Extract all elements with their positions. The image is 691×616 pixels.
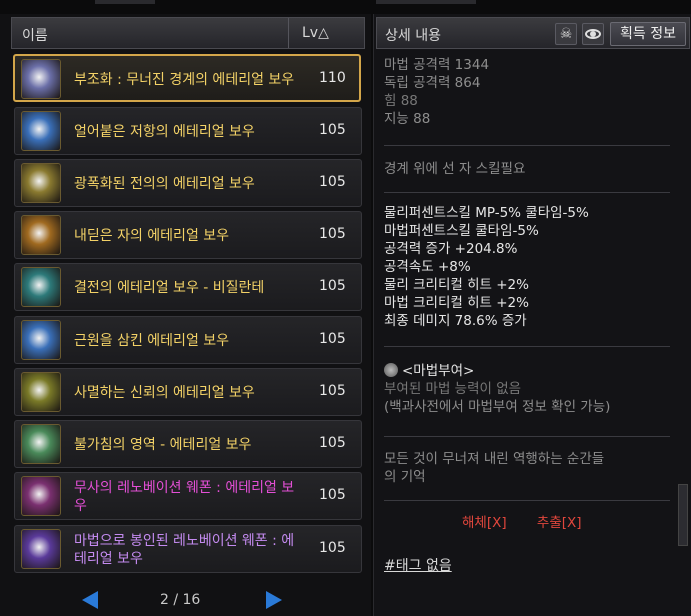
item-list-panel: 이름 Lv△ 부조화 : 무너진 경계의 에테리얼 보우 110 얼어붙은 저항의 … bbox=[0, 14, 371, 616]
bow-blue-icon bbox=[21, 320, 61, 360]
flavor-line: 의 기억 bbox=[384, 469, 426, 485]
enchant-title: <마법부여> bbox=[402, 363, 475, 379]
divider bbox=[384, 192, 670, 193]
item-row[interactable]: 무사의 레노베이션 웨폰 : 에테리얼 보우 105 bbox=[14, 472, 362, 520]
option-line: 물리퍼센트스킬 MP-5% 쿨타임-5% bbox=[384, 205, 589, 221]
item-row[interactable]: 근원을 삼킨 에테리얼 보우 105 bbox=[14, 316, 362, 364]
enchant-title-line: <마법부여> bbox=[384, 362, 610, 380]
skull-icon[interactable]: ☠ bbox=[555, 23, 577, 45]
item-row[interactable]: 광폭화된 전의의 에테리얼 보우 105 bbox=[14, 159, 362, 207]
option-line: 마법 크리티컬 히트 +2% bbox=[384, 295, 529, 311]
option-line: 물리 크리티컬 히트 +2% bbox=[384, 277, 529, 293]
page-indicator: 2 / 16 bbox=[160, 592, 201, 608]
dismantle-row: 해체[X] 추출[X] bbox=[462, 514, 582, 532]
detail-header: 상세 내용 ☠ 획득 정보 bbox=[376, 17, 690, 49]
enchant-block: <마법부여> 부여된 마법 능력이 없음 (백과사전에서 마법부여 정보 확인 … bbox=[384, 362, 610, 416]
item-row[interactable]: 부조화 : 무너진 경계의 에테리얼 보우 110 bbox=[13, 54, 361, 102]
column-separator bbox=[288, 18, 289, 48]
eye-icon[interactable] bbox=[582, 23, 604, 45]
item-level: 105 bbox=[319, 122, 346, 138]
bow-gold-icon bbox=[21, 372, 61, 412]
divider bbox=[384, 500, 670, 501]
divider bbox=[384, 145, 670, 146]
item-name: 근원을 삼킨 에테리얼 보우 bbox=[74, 333, 230, 349]
item-name: 부조화 : 무너진 경계의 에테리얼 보우 bbox=[74, 72, 295, 88]
scrollbar[interactable] bbox=[678, 484, 688, 546]
detail-panel: 상세 내용 ☠ 획득 정보 마법 공격력 1344 독립 공격력 864 힘 8… bbox=[373, 14, 691, 616]
option-line: 공격속도 +8% bbox=[384, 259, 471, 275]
flavor-line: 모든 것이 무너져 내린 역행하는 순간들 bbox=[384, 451, 605, 467]
item-row[interactable]: 불가침의 영역 - 에테리얼 보우 105 bbox=[14, 420, 362, 468]
item-name: 얼어붙은 저항의 에테리얼 보우 bbox=[74, 124, 255, 140]
item-row[interactable]: 내딛은 자의 에테리얼 보우 105 bbox=[14, 211, 362, 259]
enchant-line: (백과사전에서 마법부여 정보 확인 가능) bbox=[384, 399, 611, 415]
bow-green-icon bbox=[21, 424, 61, 464]
stat-line: 힘 88 bbox=[384, 93, 418, 109]
item-row[interactable]: 얼어붙은 저항의 에테리얼 보우 105 bbox=[14, 107, 362, 155]
column-level-header[interactable]: Lv△ bbox=[302, 25, 329, 41]
bow-blue-icon bbox=[21, 111, 61, 151]
item-level: 105 bbox=[319, 174, 346, 190]
bow-gold-icon bbox=[21, 163, 61, 203]
disassemble-status: 해체[X] bbox=[462, 515, 507, 531]
skill-requirement: 경계 위에 선 자 스킬필요 bbox=[384, 161, 526, 177]
divider bbox=[384, 346, 670, 347]
stat-line: 마법 공격력 1344 bbox=[384, 57, 490, 73]
stat-line: 독립 공격력 864 bbox=[384, 75, 481, 91]
stat-line: 지능 88 bbox=[384, 111, 431, 127]
top-strip bbox=[0, 0, 691, 14]
item-level: 105 bbox=[319, 331, 346, 347]
acquire-info-button[interactable]: 획득 정보 bbox=[610, 22, 686, 46]
item-name: 사멸하는 신뢰의 에테리얼 보우 bbox=[74, 385, 255, 401]
column-name-header[interactable]: 이름 bbox=[22, 25, 48, 45]
bow-crimson-icon bbox=[21, 476, 61, 516]
next-page-icon[interactable] bbox=[266, 591, 282, 609]
prev-page-icon[interactable] bbox=[82, 591, 98, 609]
list-header: 이름 Lv△ bbox=[11, 17, 365, 49]
item-level: 105 bbox=[319, 278, 346, 294]
item-level: 105 bbox=[319, 226, 346, 242]
item-level: 105 bbox=[319, 435, 346, 451]
options-block: 물리퍼센트스킬 MP-5% 쿨타임-5% 마법퍼센트스킬 쿨타임-5% 공격력 … bbox=[384, 204, 589, 330]
extract-status: 추출[X] bbox=[536, 515, 582, 531]
item-row[interactable]: 마법으로 봉인된 레노베이션 웨폰 : 에테리얼 보우 105 bbox=[14, 525, 362, 573]
item-level: 105 bbox=[319, 383, 346, 399]
item-name: 마법으로 봉인된 레노베이션 웨폰 : 에테리얼 보우 bbox=[74, 533, 295, 567]
bow-purple-icon bbox=[21, 59, 61, 99]
item-name: 내딛은 자의 에테리얼 보우 bbox=[74, 228, 230, 244]
item-row[interactable]: 사멸하는 신뢰의 에테리얼 보우 105 bbox=[14, 368, 362, 416]
top-bar-left bbox=[95, 0, 155, 4]
detail-title: 상세 내용 bbox=[385, 28, 441, 44]
item-name: 광폭화된 전의의 에테리얼 보우 bbox=[74, 176, 255, 192]
enchant-line: 부여된 마법 능력이 없음 bbox=[384, 381, 522, 397]
bow-orange-icon bbox=[21, 215, 61, 255]
enchant-orb-icon bbox=[384, 363, 398, 377]
option-line: 최종 데미지 78.6% 증가 bbox=[384, 313, 527, 329]
eye-pupil bbox=[590, 31, 596, 37]
item-name: 무사의 레노베이션 웨폰 : 에테리얼 보우 bbox=[74, 480, 295, 514]
item-name: 결전의 에테리얼 보우 - 비질란테 bbox=[74, 280, 265, 296]
tag-link[interactable]: #태그 없음 bbox=[384, 555, 452, 575]
item-level: 105 bbox=[319, 540, 346, 556]
sealed-box-icon bbox=[21, 529, 61, 569]
top-bar-right bbox=[376, 0, 476, 4]
option-line: 공격력 증가 +204.8% bbox=[384, 241, 518, 257]
flavor-text: 모든 것이 무너져 내린 역행하는 순간들 의 기억 bbox=[384, 450, 604, 486]
option-line: 마법퍼센트스킬 쿨타임-5% bbox=[384, 223, 539, 239]
divider bbox=[384, 436, 670, 437]
bow-teal-icon bbox=[21, 267, 61, 307]
item-level: 110 bbox=[319, 70, 346, 86]
item-level: 105 bbox=[319, 487, 346, 503]
stats-block: 마법 공격력 1344 독립 공격력 864 힘 88 지능 88 bbox=[384, 56, 489, 128]
item-row[interactable]: 결전의 에테리얼 보우 - 비질란테 105 bbox=[14, 263, 362, 311]
pager: 2 / 16 bbox=[0, 587, 371, 616]
item-name: 불가침의 영역 - 에테리얼 보우 bbox=[74, 437, 252, 453]
